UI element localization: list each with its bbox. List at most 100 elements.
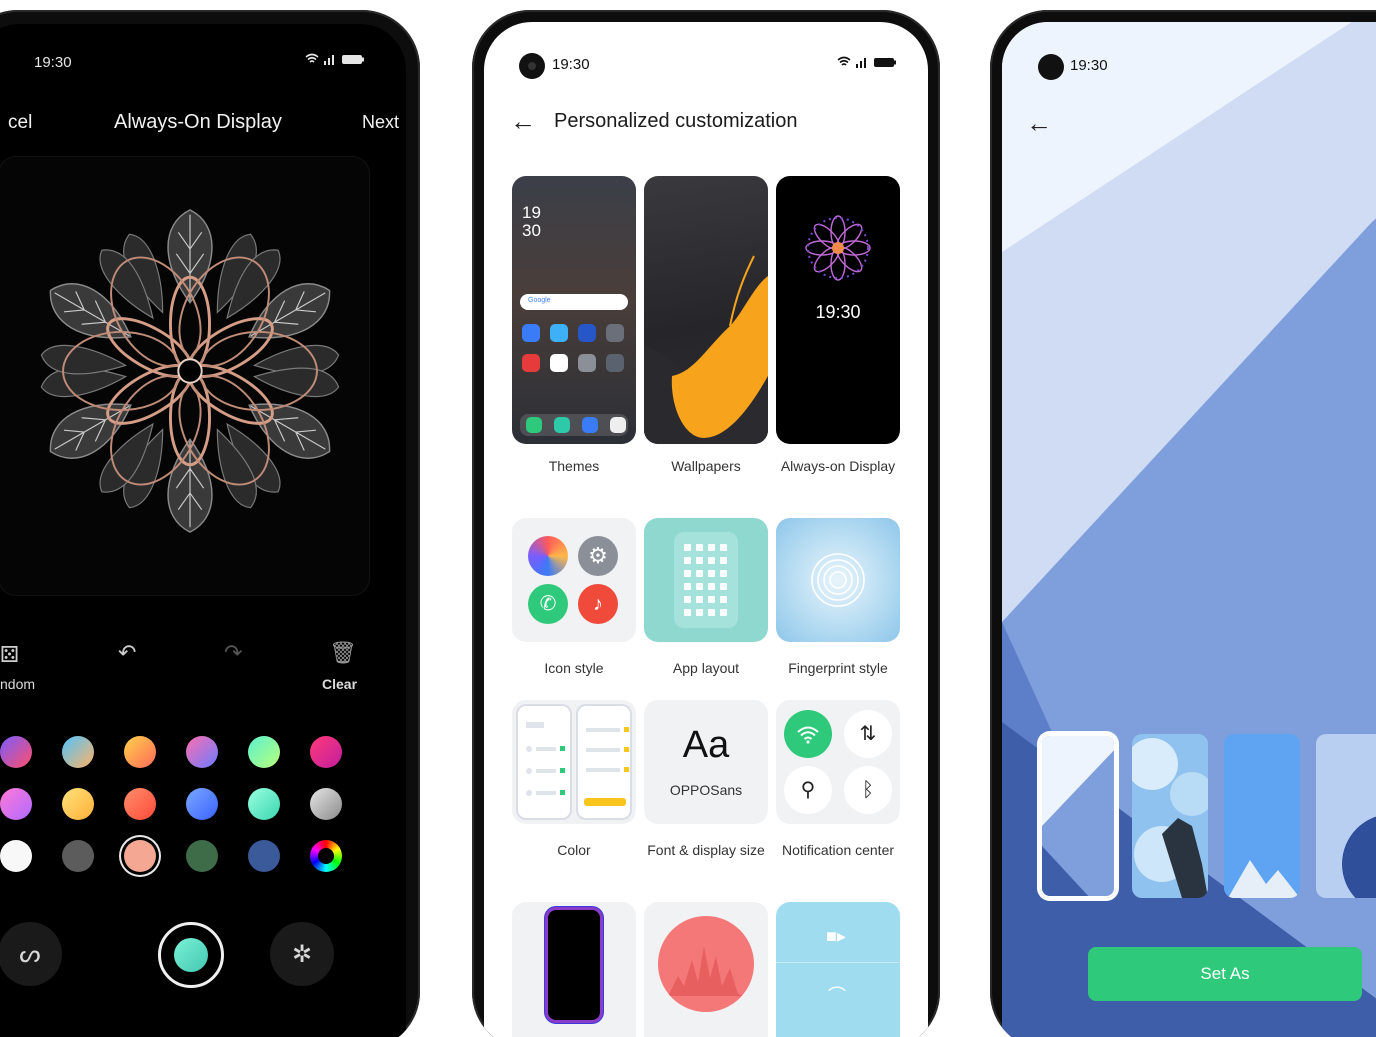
wallpapers-tile[interactable] [644, 176, 768, 444]
wallpaper-thumbnail[interactable] [1316, 734, 1376, 898]
trash-icon[interactable]: 🗑 [329, 640, 357, 666]
wallpaper-screen: 19:30 ← Set As [1002, 22, 1376, 1037]
color-swatch[interactable] [62, 736, 94, 768]
redo-icon[interactable]: ↷ [224, 640, 242, 666]
custom-color-swatch[interactable] [310, 840, 342, 872]
undo-icon[interactable]: ↶ [118, 640, 136, 666]
color-swatch[interactable] [310, 736, 342, 768]
wallpapers-label: Wallpapers [671, 458, 741, 474]
phone-icon: ✆ [528, 584, 568, 624]
themes-preview-hour: 19 [522, 203, 541, 222]
color-swatch[interactable] [186, 736, 218, 768]
symmetry-icon[interactable]: ✲ [270, 922, 334, 986]
aod-mandala-preview [805, 215, 871, 281]
color-swatch[interactable] [186, 840, 218, 872]
random-icon[interactable]: ⚄ [0, 642, 19, 668]
fingerprint-icon [811, 553, 865, 607]
color-swatch[interactable] [248, 736, 280, 768]
icon-style-label: Icon style [544, 660, 604, 676]
hang-up-icon: ⌒ [828, 986, 846, 1006]
color-label: Color [557, 842, 591, 858]
set-as-button[interactable]: Set As [1088, 947, 1362, 1001]
status-time: 19:30 [34, 54, 72, 71]
wallpaper-thumbnail-selected[interactable] [1040, 734, 1116, 898]
fingerprint-style-tile[interactable] [776, 518, 900, 642]
color-swatch[interactable] [186, 788, 218, 820]
font-sample: Aa [682, 724, 730, 766]
color-tile[interactable] [512, 700, 636, 824]
settings-gear-icon: ⚙ [578, 536, 618, 576]
notification-center-label: Notification center [781, 842, 895, 858]
video-call-icon: ■▸ [826, 926, 846, 946]
phone-personalization: 19:30 ← Personalized customization 19 30… [472, 10, 940, 1037]
grid-dots-icon [684, 544, 727, 616]
wifi-signal-battery-icon [837, 56, 896, 68]
font-display-tile[interactable]: Aa OPPOSans [644, 700, 768, 824]
aod-tile[interactable]: 19:30 [776, 176, 900, 444]
color-swatch[interactable] [310, 788, 342, 820]
lava-wallpaper-preview [644, 255, 768, 444]
front-camera [519, 53, 545, 79]
location-icon: ⚲ [784, 766, 832, 814]
wifi-toggle-icon [784, 710, 832, 758]
current-color-dot [174, 938, 208, 972]
random-label: ndom [0, 676, 36, 692]
color-swatch[interactable] [0, 788, 32, 820]
page-title: Always-On Display [114, 111, 282, 133]
color-swatch[interactable] [0, 736, 32, 768]
font-name: OPPOSans [669, 782, 743, 798]
color-swatch[interactable] [0, 840, 32, 872]
back-arrow-icon[interactable]: ← [510, 106, 536, 137]
music-icon: ♪ [578, 584, 618, 624]
font-display-label: Font & display size [647, 842, 765, 858]
app-layout-tile[interactable] [644, 518, 768, 642]
color-swatch-selected[interactable] [124, 840, 156, 872]
edge-lighting-tile[interactable] [512, 902, 636, 1037]
color-preview-card-right [576, 704, 632, 820]
brush-style-icon[interactable]: ᔕ [0, 922, 62, 986]
icon-style-tile[interactable]: ⚙ ✆ ♪ [512, 518, 636, 642]
wallpaper-thumbnail[interactable] [1132, 734, 1208, 898]
color-swatch[interactable] [248, 840, 280, 872]
wallpaper-thumbnail[interactable] [1224, 734, 1300, 898]
bluetooth-icon: ᛒ [844, 766, 892, 814]
status-time: 19:30 [552, 56, 590, 73]
color-swatch[interactable] [124, 736, 156, 768]
notification-center-tile[interactable]: ⇅ ⚲ ᛒ [776, 700, 900, 824]
aod-preview-time: 19:30 [815, 302, 861, 322]
color-swatch[interactable] [62, 840, 94, 872]
back-arrow-icon[interactable]: ← [1026, 108, 1052, 139]
phone-aod-editor: 19:30 cel Always-On Display Next ⚄ ndom … [0, 10, 420, 1037]
edge-lighting-preview [548, 910, 600, 1020]
color-preview-card-left [516, 704, 572, 820]
page-title: Personalized customization [554, 110, 798, 132]
next-button[interactable]: Next [362, 112, 399, 133]
current-color-button[interactable] [158, 922, 224, 988]
screenshot-stage: 19:30 cel Always-On Display Next ⚄ ndom … [0, 0, 1376, 1037]
kaleidoscope-artwork [24, 209, 356, 533]
wifi-signal-battery-icon [305, 53, 364, 65]
search-bar-preview: Google [520, 294, 628, 310]
aod-editor-screen: 19:30 cel Always-On Display Next ⚄ ndom … [0, 24, 406, 1037]
status-icons [836, 55, 898, 72]
cancel-button[interactable]: cel [8, 112, 32, 134]
status-time: 19:30 [1070, 57, 1108, 74]
front-camera [1038, 54, 1064, 80]
color-swatch[interactable] [248, 788, 280, 820]
color-swatch[interactable] [124, 788, 156, 820]
color-swatch[interactable] [62, 788, 94, 820]
mobile-data-icon: ⇅ [844, 710, 892, 758]
ringtone-wave-preview [658, 916, 754, 1012]
clear-label[interactable]: Clear [322, 676, 357, 692]
theme-store-icon [528, 536, 568, 576]
layout-grid-preview [674, 532, 738, 628]
themes-preview-minute: 30 [522, 221, 541, 240]
status-icons [304, 52, 366, 69]
ringtone-tile[interactable] [644, 902, 768, 1037]
app-layout-label: App layout [672, 660, 740, 676]
themes-tile[interactable]: 19 30 Google [512, 176, 636, 444]
call-style-tile[interactable]: ■▸ ⌒ [776, 902, 900, 1037]
fingerprint-style-label: Fingerprint style [788, 660, 888, 676]
themes-label: Themes [548, 458, 600, 474]
phone-wallpaper-set: 19:30 ← Set As [990, 10, 1376, 1037]
